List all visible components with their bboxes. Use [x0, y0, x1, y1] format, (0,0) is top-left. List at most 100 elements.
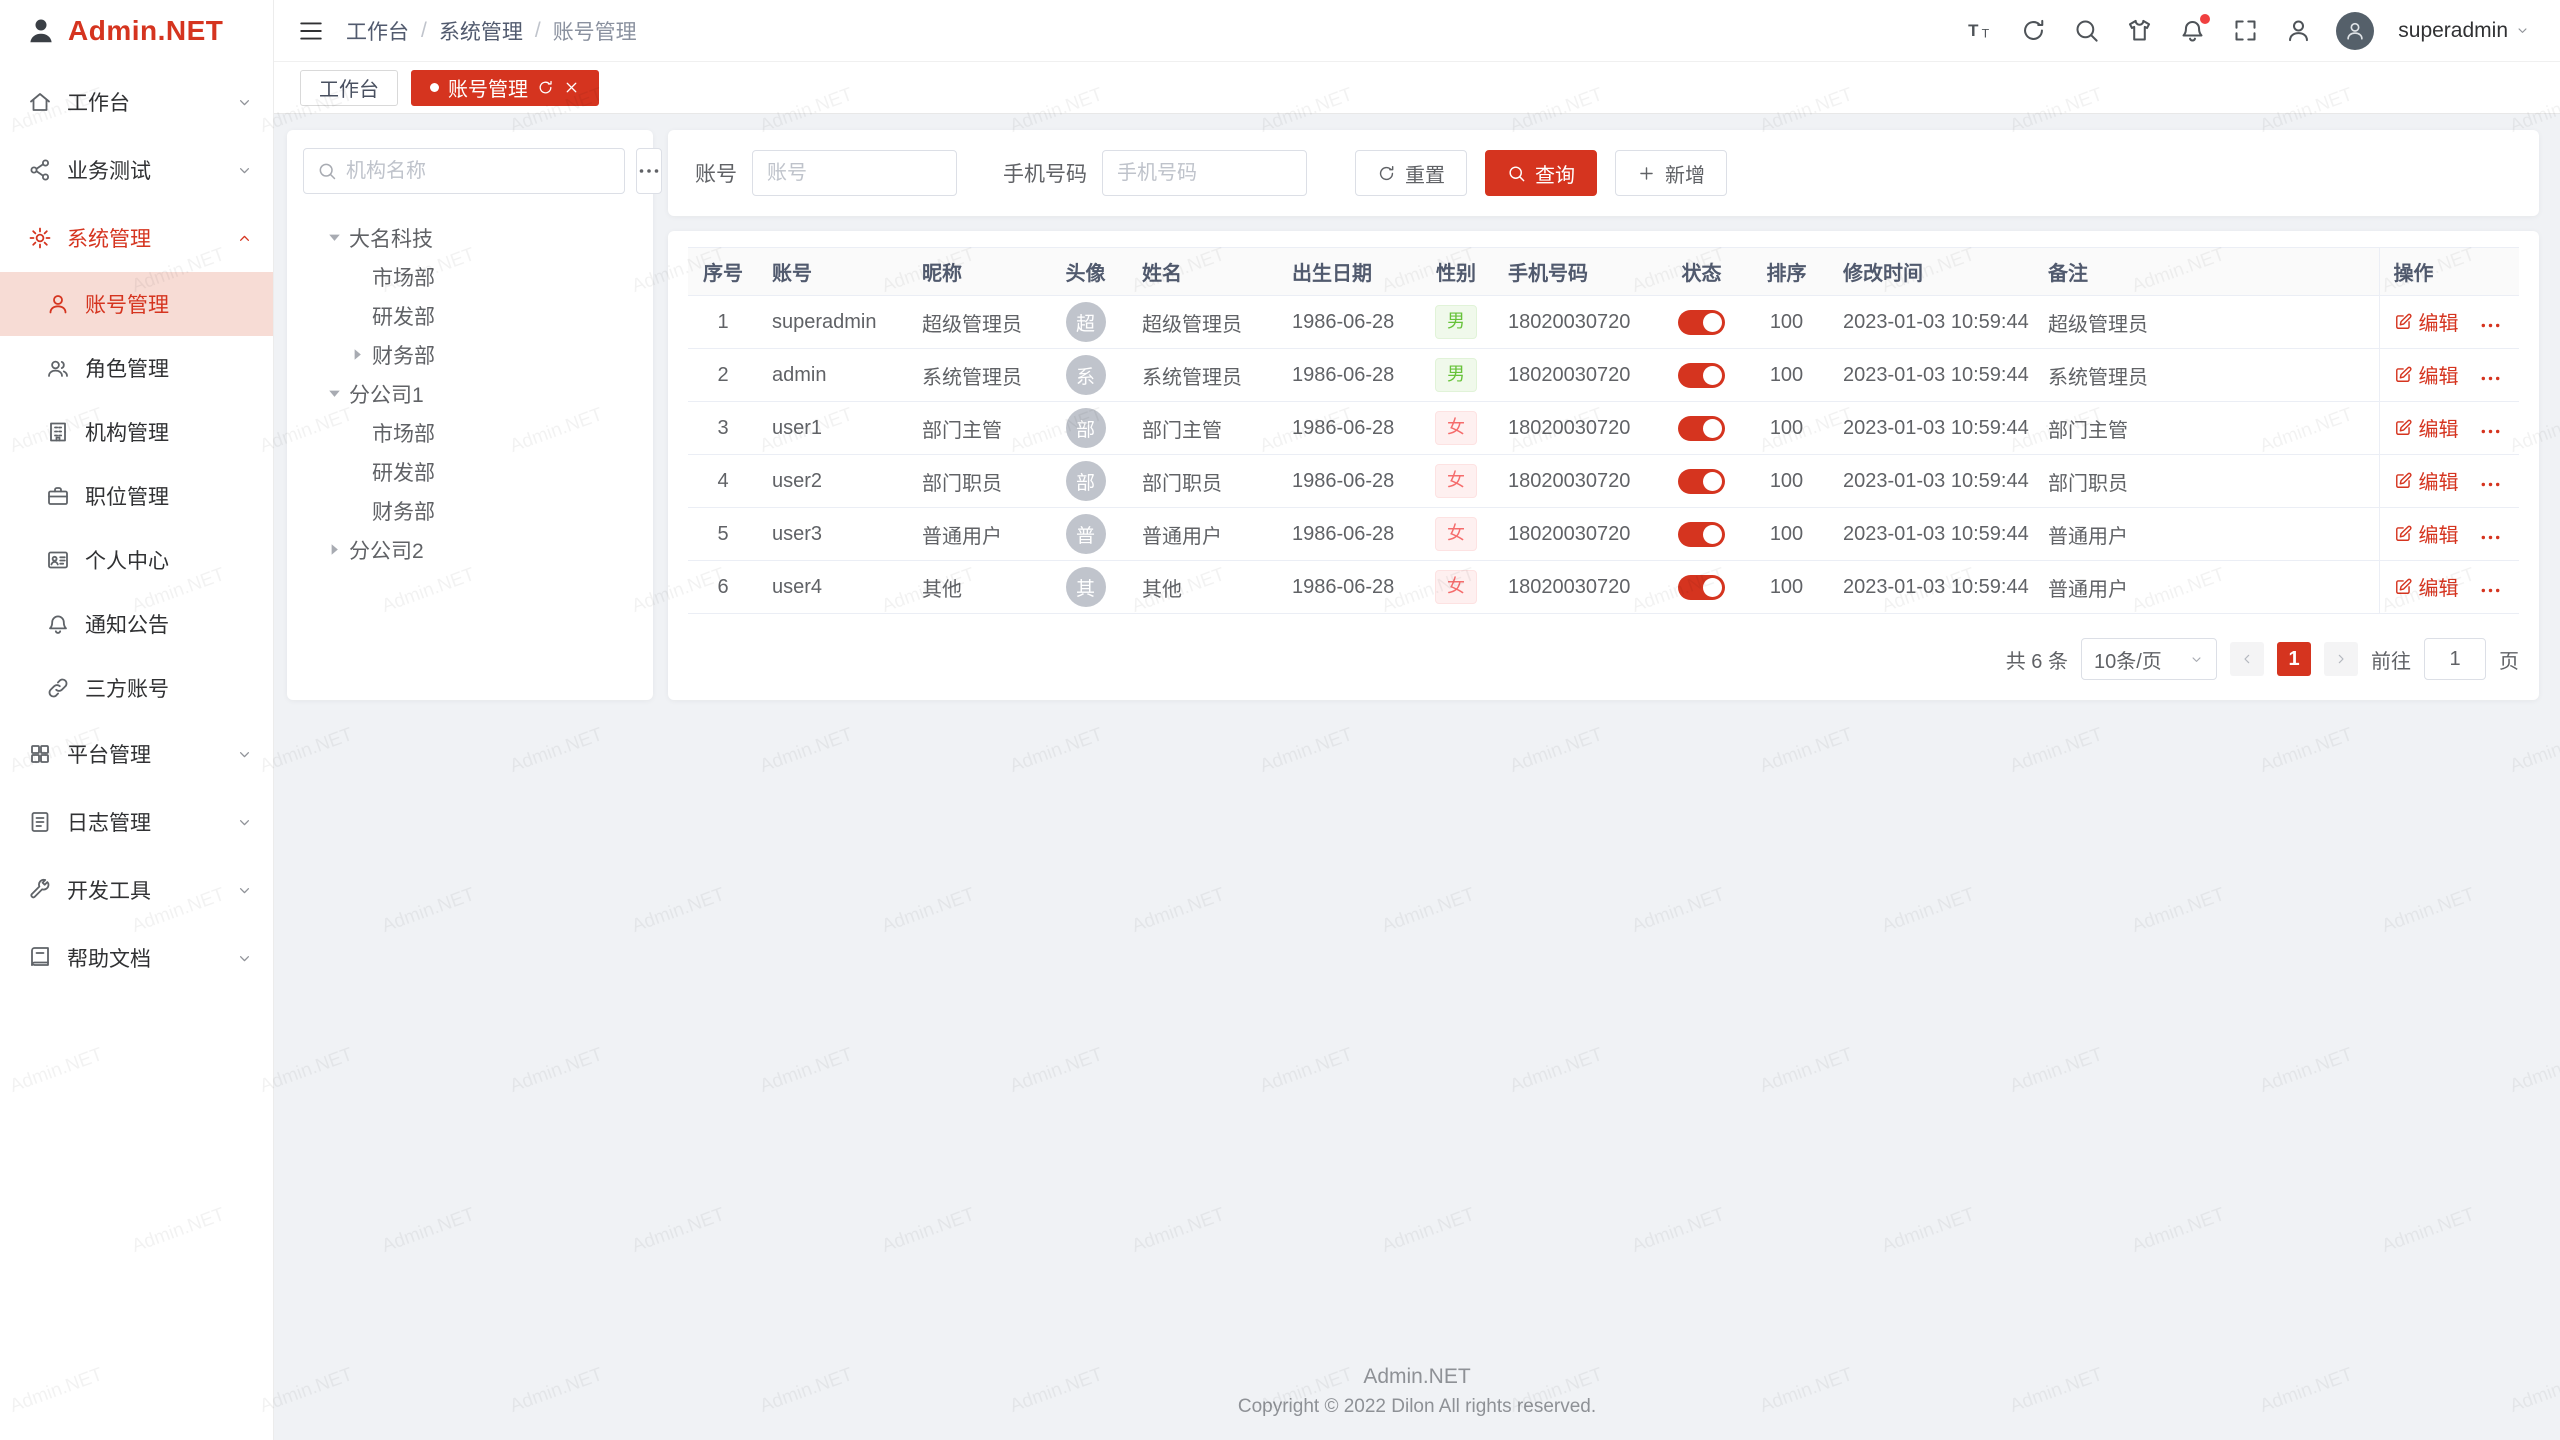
- edit-button[interactable]: 编辑: [2394, 572, 2459, 601]
- caret-right-icon[interactable]: [323, 538, 346, 561]
- more-button[interactable]: [2479, 473, 2502, 496]
- tree-node[interactable]: 分公司1: [303, 374, 637, 413]
- breadcrumb-item[interactable]: 工作台: [346, 16, 409, 46]
- sidebar-item[interactable]: 帮助文档: [0, 924, 273, 992]
- sidebar-item[interactable]: 工作台: [0, 68, 273, 136]
- svg-text:T: T: [1968, 21, 1979, 40]
- content: 大名科技市场部研发部财务部分公司1市场部研发部财务部分公司2 账号 手机号码 重…: [274, 114, 2560, 700]
- org-search-input[interactable]: [346, 160, 611, 183]
- query-button[interactable]: 查询: [1485, 150, 1597, 196]
- account-label: 账号: [695, 158, 737, 188]
- sidebar-item[interactable]: 业务测试: [0, 136, 273, 204]
- cell-nickname: 系统管理员: [908, 349, 1043, 402]
- user-icon[interactable]: [2285, 17, 2312, 44]
- org-icon: [46, 420, 70, 444]
- status-toggle[interactable]: [1678, 469, 1725, 494]
- chevron-right-icon: [2333, 651, 2349, 667]
- breadcrumb-item[interactable]: 系统管理: [439, 16, 523, 46]
- reset-button[interactable]: 重置: [1355, 150, 1467, 196]
- tree-node[interactable]: 研发部: [303, 296, 637, 335]
- refresh-icon[interactable]: [2020, 17, 2047, 44]
- sidebar-subitem[interactable]: 通知公告: [0, 592, 273, 656]
- cell-operations: 编辑: [2379, 296, 2519, 349]
- sidebar-subitem[interactable]: 机构管理: [0, 400, 273, 464]
- goto-page-input[interactable]: [2424, 638, 2486, 680]
- sidebar-item[interactable]: 系统管理: [0, 204, 273, 272]
- tree-node[interactable]: 分公司2: [303, 530, 637, 569]
- more-button[interactable]: [2479, 579, 2502, 602]
- chevron-down-icon: [236, 950, 253, 967]
- sidebar-subitem[interactable]: 个人中心: [0, 528, 273, 592]
- caret-down-icon[interactable]: [323, 226, 346, 249]
- sidebar-subitem-label: 角色管理: [85, 353, 169, 383]
- account-input[interactable]: [752, 150, 957, 196]
- prev-page-button[interactable]: [2230, 642, 2264, 676]
- sidebar-item[interactable]: 开发工具: [0, 856, 273, 924]
- chevron-down-icon: [236, 882, 253, 899]
- edit-button[interactable]: 编辑: [2394, 413, 2459, 442]
- tree-node[interactable]: 市场部: [303, 257, 637, 296]
- tree-node[interactable]: 大名科技: [303, 218, 637, 257]
- edit-button[interactable]: 编辑: [2394, 307, 2459, 336]
- sidebar-item-label: 系统管理: [67, 223, 221, 253]
- status-toggle[interactable]: [1678, 575, 1725, 600]
- tree-node[interactable]: 财务部: [303, 335, 637, 374]
- bell-icon[interactable]: [2179, 17, 2206, 44]
- tab-label: 工作台: [319, 73, 379, 102]
- status-toggle[interactable]: [1678, 310, 1725, 335]
- more-button[interactable]: [2479, 314, 2502, 337]
- theme-icon[interactable]: [2126, 17, 2153, 44]
- cell-remark: 部门主管: [2034, 402, 2379, 455]
- page-size-select[interactable]: 10条/页: [2081, 638, 2217, 680]
- font-size-icon[interactable]: TT: [1967, 17, 1994, 44]
- org-search-row: [303, 148, 637, 194]
- chevron-down-icon: [236, 162, 253, 179]
- sidebar-item[interactable]: 日志管理: [0, 788, 273, 856]
- tools-icon: [28, 878, 52, 902]
- sidebar-subitem[interactable]: 账号管理: [0, 272, 273, 336]
- tree-more-button[interactable]: [636, 148, 662, 194]
- phone-input[interactable]: [1102, 150, 1307, 196]
- gear-icon: [28, 226, 52, 250]
- sidebar-subitem[interactable]: 角色管理: [0, 336, 273, 400]
- status-toggle[interactable]: [1678, 522, 1725, 547]
- more-button[interactable]: [2479, 420, 2502, 443]
- refresh-icon: [1377, 164, 1396, 183]
- more-button[interactable]: [2479, 367, 2502, 390]
- tree-node-label: 财务部: [372, 340, 435, 370]
- cell-status: [1659, 508, 1744, 561]
- cell-birthdate: 1986-06-28: [1278, 508, 1418, 561]
- tab-active[interactable]: 账号管理: [411, 70, 599, 106]
- edit-button[interactable]: 编辑: [2394, 466, 2459, 495]
- add-button[interactable]: 新增: [1615, 150, 1727, 196]
- caret-right-icon[interactable]: [346, 343, 369, 366]
- user-menu[interactable]: superadmin: [2398, 19, 2530, 43]
- page-button-current[interactable]: 1: [2277, 642, 2311, 676]
- edit-button[interactable]: 编辑: [2394, 519, 2459, 548]
- tree-node[interactable]: 市场部: [303, 413, 637, 452]
- sidebar-item-label: 平台管理: [67, 739, 221, 769]
- caret-down-icon[interactable]: [323, 382, 346, 405]
- tree-node-label: 财务部: [372, 496, 435, 526]
- fullscreen-icon[interactable]: [2232, 17, 2259, 44]
- hamburger-icon[interactable]: [298, 18, 324, 44]
- sidebar-subitem[interactable]: 职位管理: [0, 464, 273, 528]
- org-search-field[interactable]: [303, 148, 625, 194]
- tab[interactable]: 工作台: [300, 70, 398, 106]
- tree-node[interactable]: 财务部: [303, 491, 637, 530]
- breadcrumb-separator: /: [535, 19, 541, 43]
- status-toggle[interactable]: [1678, 416, 1725, 441]
- sidebar-item[interactable]: 平台管理: [0, 720, 273, 788]
- status-toggle[interactable]: [1678, 363, 1725, 388]
- more-button[interactable]: [2479, 526, 2502, 549]
- search-icon[interactable]: [2073, 17, 2100, 44]
- tree-node-label: 研发部: [372, 457, 435, 487]
- close-icon[interactable]: [563, 79, 580, 96]
- sidebar-subitem[interactable]: 三方账号: [0, 656, 273, 720]
- edit-button[interactable]: 编辑: [2394, 360, 2459, 389]
- next-page-button[interactable]: [2324, 642, 2358, 676]
- cell-order: 100: [1744, 349, 1829, 402]
- avatar[interactable]: [2336, 12, 2374, 50]
- tree-node[interactable]: 研发部: [303, 452, 637, 491]
- edit-icon: [2394, 365, 2413, 384]
